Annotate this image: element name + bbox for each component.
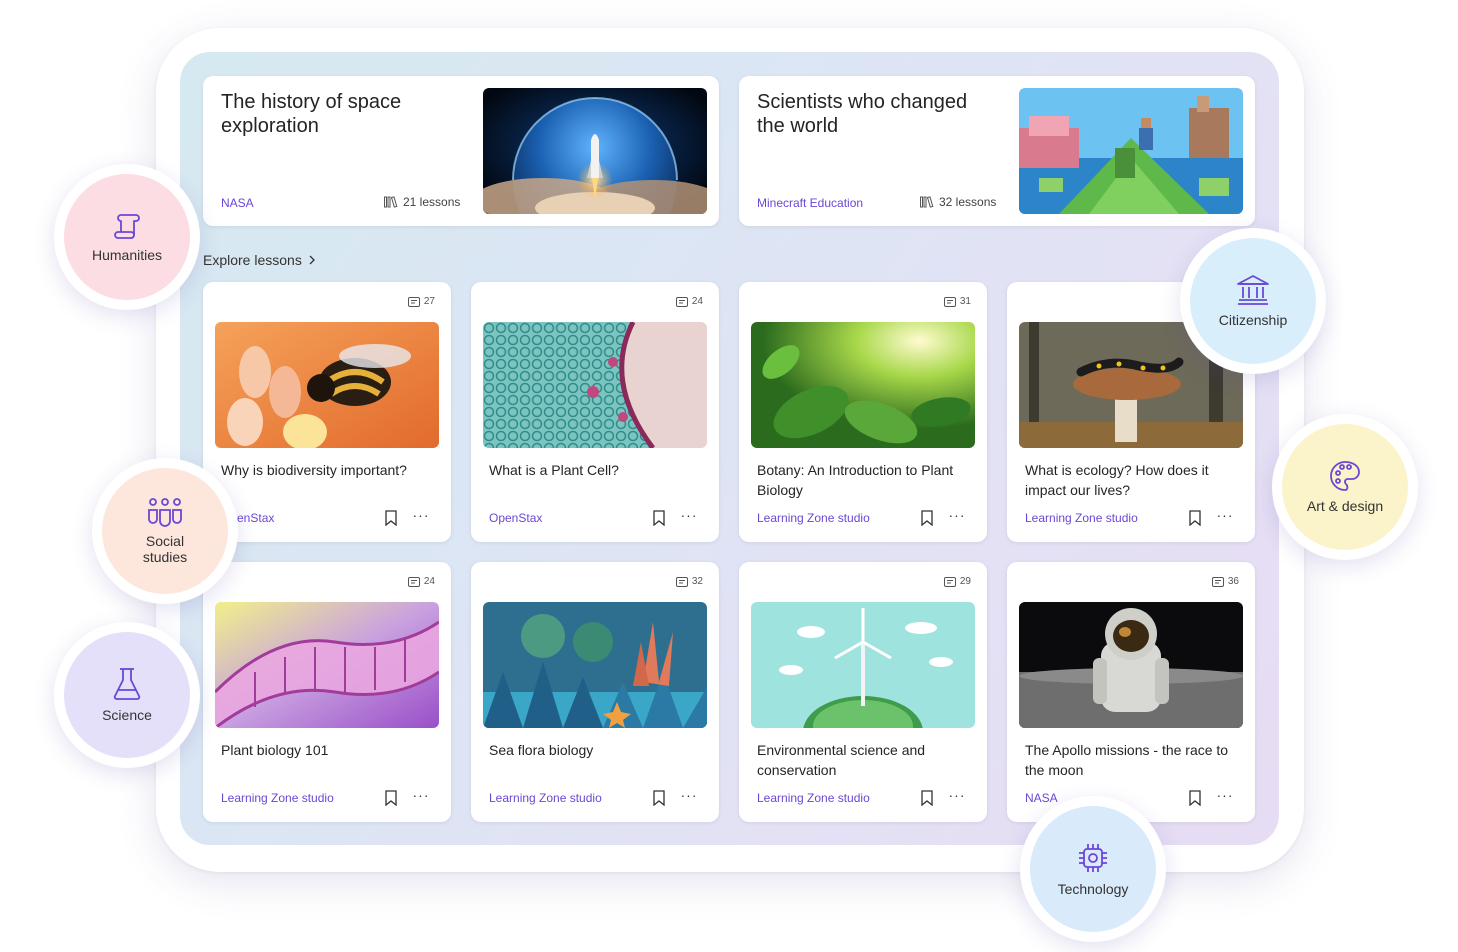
- lesson-source[interactable]: OpenStax: [489, 511, 542, 525]
- bookmark-icon[interactable]: [1187, 789, 1203, 807]
- people-group-icon: [147, 497, 183, 527]
- lesson-card-environmental-science[interactable]: 29 Environmental science and conservatio…: [739, 562, 987, 822]
- lesson-title: What is a Plant Cell?: [489, 462, 619, 478]
- subject-label: Science: [102, 707, 152, 723]
- bookmark-icon[interactable]: [651, 509, 667, 527]
- subject-label: Art & design: [1306, 498, 1384, 514]
- more-icon[interactable]: ···: [411, 788, 431, 806]
- lesson-card-apollo[interactable]: 36 The Apollo missions - the race to the…: [1007, 562, 1255, 822]
- lesson-card-plant-cell[interactable]: 24 What is a Plant Cell? OpenStax ···: [471, 282, 719, 542]
- lesson-image-plant-cells-macro: [215, 602, 439, 728]
- subject-art-design[interactable]: Art & design: [1272, 414, 1418, 560]
- lesson-title: The Apollo missions - the race to the mo…: [1025, 742, 1229, 778]
- subject-citizenship[interactable]: Citizenship: [1180, 228, 1326, 374]
- lesson-image-sunlit-leaves: [751, 322, 975, 448]
- lesson-card-botany[interactable]: 31 Botany: An Introduction to Plant Biol…: [739, 282, 987, 542]
- lesson-card-biodiversity[interactable]: 27 Why is biodiversity important? OpenSt…: [203, 282, 451, 542]
- featured-lesson-count: 32 lessons: [920, 195, 996, 209]
- lesson-title: Why is biodiversity important?: [221, 462, 407, 478]
- lesson-count: 27: [407, 296, 435, 307]
- featured-title: The history of space exploration: [221, 91, 402, 137]
- featured-card-scientists[interactable]: Scientists who changed the world Minecra…: [739, 76, 1255, 226]
- featured-lesson-count: 21 lessons: [384, 195, 460, 209]
- lesson-image-astronaut: [1019, 602, 1243, 728]
- featured-title: Scientists who changed the world: [757, 91, 968, 137]
- more-icon[interactable]: ···: [1215, 508, 1235, 526]
- library-icon: [920, 196, 934, 208]
- more-icon[interactable]: ···: [947, 508, 967, 526]
- lesson-count: 29: [943, 576, 971, 587]
- subject-citizenship-fill: Citizenship: [1190, 238, 1316, 364]
- chevron-right-icon: [308, 255, 316, 265]
- bookmark-icon[interactable]: [919, 509, 935, 527]
- lesson-count: 24: [407, 576, 435, 587]
- bookmark-icon[interactable]: [383, 509, 399, 527]
- lesson-source[interactable]: NASA: [1025, 791, 1058, 805]
- featured-source[interactable]: Minecraft Education: [757, 196, 863, 210]
- subject-humanities-fill: Humanities: [64, 174, 190, 300]
- subject-technology-fill: Technology: [1030, 806, 1156, 932]
- more-icon[interactable]: ···: [947, 788, 967, 806]
- lesson-title: Botany: An Introduction to Plant Biology: [757, 462, 954, 498]
- lesson-source[interactable]: Learning Zone studio: [757, 791, 870, 805]
- subject-technology[interactable]: Technology: [1020, 796, 1166, 942]
- bookmark-icon[interactable]: [1187, 509, 1203, 527]
- lesson-count: 36: [1211, 576, 1239, 587]
- subject-social-studies-fill: Social studies: [102, 468, 228, 594]
- lesson-image-bee: [215, 322, 439, 448]
- subject-social-studies[interactable]: Social studies: [92, 458, 238, 604]
- featured-source[interactable]: NASA: [221, 196, 254, 210]
- lesson-title: What is ecology? How does it impact our …: [1025, 462, 1209, 498]
- subject-art-design-fill: Art & design: [1282, 424, 1408, 550]
- lesson-count: 32: [675, 576, 703, 587]
- bookmark-icon[interactable]: [383, 789, 399, 807]
- lesson-image-cell-tissue: [483, 322, 707, 448]
- scroll-icon: [112, 211, 142, 241]
- bookmark-icon[interactable]: [651, 789, 667, 807]
- subject-label: Technology: [1057, 881, 1129, 897]
- bookmark-icon[interactable]: [919, 789, 935, 807]
- subject-science[interactable]: Science: [54, 622, 200, 768]
- subject-humanities[interactable]: Humanities: [54, 164, 200, 310]
- lesson-source[interactable]: Learning Zone studio: [1025, 511, 1138, 525]
- subject-label: Humanities: [91, 247, 163, 263]
- slides-icon: [1211, 576, 1224, 587]
- slides-icon: [675, 576, 688, 587]
- subject-science-fill: Science: [64, 632, 190, 758]
- lesson-source[interactable]: Learning Zone studio: [221, 791, 334, 805]
- lesson-image-coral-reef: [483, 602, 707, 728]
- featured-card-space[interactable]: The history of space exploration NASA 21…: [203, 76, 719, 226]
- subject-label: Citizenship: [1218, 312, 1288, 328]
- more-icon[interactable]: ···: [411, 508, 431, 526]
- more-icon[interactable]: ···: [679, 508, 699, 526]
- lesson-source[interactable]: Learning Zone studio: [489, 791, 602, 805]
- palette-icon: [1329, 460, 1361, 492]
- lesson-source[interactable]: Learning Zone studio: [757, 511, 870, 525]
- more-icon[interactable]: ···: [679, 788, 699, 806]
- chip-icon: [1076, 841, 1110, 875]
- lesson-title: Plant biology 101: [221, 742, 329, 758]
- beaker-icon: [112, 667, 142, 701]
- slides-icon: [943, 296, 956, 307]
- lesson-card-sea-flora[interactable]: 32 Sea flora biology Learning Zone studi…: [471, 562, 719, 822]
- slides-icon: [407, 296, 420, 307]
- slides-icon: [943, 576, 956, 587]
- featured-image-minecraft-world: [1019, 88, 1243, 214]
- slides-icon: [675, 296, 688, 307]
- lesson-title: Sea flora biology: [489, 742, 594, 758]
- institution-icon: [1236, 274, 1270, 306]
- lesson-count: 24: [675, 296, 703, 307]
- library-icon: [384, 196, 398, 208]
- subject-label: Social studies: [142, 533, 188, 565]
- lesson-image-wind-turbine: [751, 602, 975, 728]
- lesson-count: 31: [943, 296, 971, 307]
- lesson-title: Environmental science and conservation: [757, 742, 926, 778]
- lesson-card-plant-biology-101[interactable]: 24 Plant biology 101 Learning Zone studi…: [203, 562, 451, 822]
- explore-lessons-link[interactable]: Explore lessons: [203, 252, 316, 268]
- featured-image-space-shuttle: [483, 88, 707, 214]
- slides-icon: [407, 576, 420, 587]
- more-icon[interactable]: ···: [1215, 788, 1235, 806]
